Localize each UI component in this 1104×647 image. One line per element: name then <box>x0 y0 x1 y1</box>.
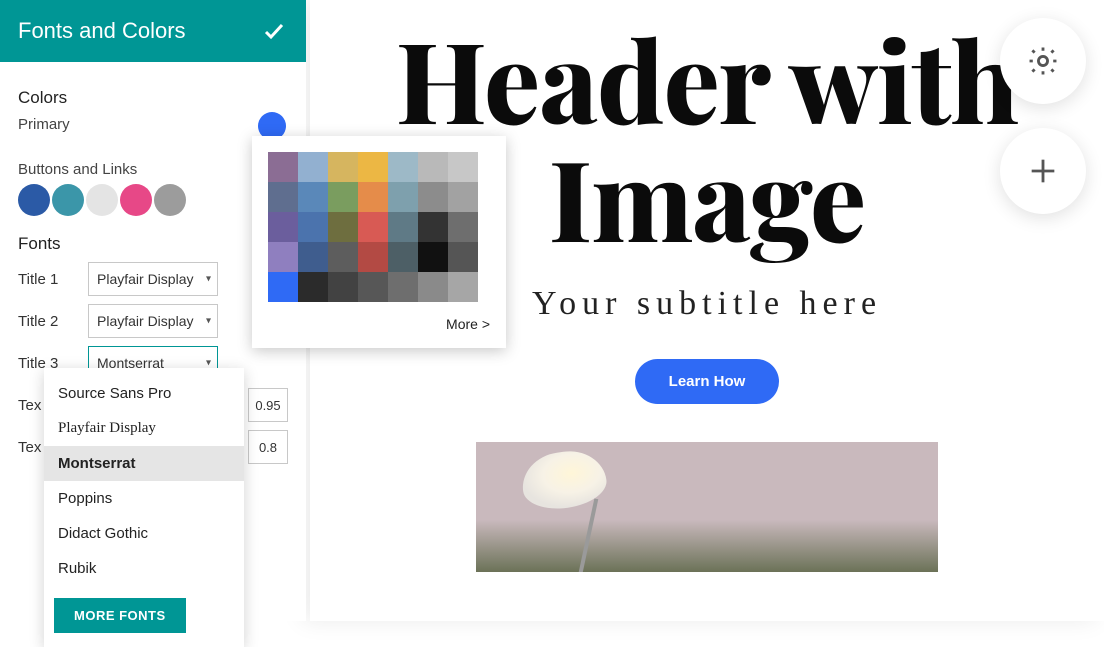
font-row-label: Title 2 <box>18 313 78 330</box>
color-cell[interactable] <box>328 212 358 242</box>
color-cell[interactable] <box>358 182 388 212</box>
chevron-down-icon: ▾ <box>206 274 211 285</box>
color-cell[interactable] <box>388 212 418 242</box>
primary-color-label: Primary <box>18 116 288 133</box>
color-grid <box>268 152 490 302</box>
color-cell[interactable] <box>328 242 358 272</box>
color-cell[interactable] <box>358 152 388 182</box>
color-cell[interactable] <box>448 152 478 182</box>
button-color-swatches <box>18 184 288 216</box>
color-swatch[interactable] <box>18 184 50 216</box>
color-picker-popover: More > <box>252 136 506 348</box>
color-cell[interactable] <box>388 272 418 302</box>
font-select-title2[interactable]: Playfair Display ▾ <box>88 304 218 338</box>
font-row-title1: Title 1 Playfair Display ▾ <box>18 262 288 296</box>
chevron-down-icon: ▾ <box>206 316 211 327</box>
color-cell[interactable] <box>328 152 358 182</box>
color-swatch[interactable] <box>86 184 118 216</box>
color-cell[interactable] <box>268 272 298 302</box>
confirm-button[interactable] <box>260 17 288 45</box>
color-cell[interactable] <box>448 242 478 272</box>
more-colors-link[interactable]: More > <box>268 316 490 332</box>
font-option[interactable]: Poppins <box>44 481 244 516</box>
colors-section-label: Colors <box>18 88 288 108</box>
cta-button[interactable]: Learn How <box>635 359 780 404</box>
color-cell[interactable] <box>448 182 478 212</box>
fonts-section-label: Fonts <box>18 234 288 254</box>
color-cell[interactable] <box>268 242 298 272</box>
color-cell[interactable] <box>418 152 448 182</box>
color-cell[interactable] <box>298 152 328 182</box>
panel-header: Fonts and Colors <box>0 0 306 62</box>
chevron-down-icon: ▾ <box>206 358 211 369</box>
font-option[interactable]: Source Sans Pro <box>44 376 244 411</box>
color-cell[interactable] <box>328 182 358 212</box>
panel-title: Fonts and Colors <box>18 18 186 44</box>
font-option[interactable]: Rubik <box>44 551 244 586</box>
more-fonts-button[interactable]: MORE FONTS <box>54 598 186 633</box>
color-cell[interactable] <box>298 272 328 302</box>
plus-icon <box>1026 154 1060 188</box>
color-cell[interactable] <box>388 152 418 182</box>
gear-icon <box>1026 44 1060 78</box>
buttons-links-label: Buttons and Links <box>18 161 288 178</box>
font-row-title2: Title 2 Playfair Display ▾ <box>18 304 288 338</box>
color-cell[interactable] <box>418 182 448 212</box>
color-cell[interactable] <box>388 242 418 272</box>
color-cell[interactable] <box>388 182 418 212</box>
hero-image[interactable] <box>476 442 938 572</box>
color-cell[interactable] <box>298 212 328 242</box>
font-size-input[interactable]: 0.95 <box>248 388 288 422</box>
color-swatch[interactable] <box>120 184 152 216</box>
font-option[interactable]: Playfair Display <box>44 411 244 446</box>
settings-fab[interactable] <box>1000 18 1086 104</box>
color-cell[interactable] <box>358 272 388 302</box>
color-cell[interactable] <box>358 212 388 242</box>
font-size-input[interactable]: 0.8 <box>248 430 288 464</box>
color-cell[interactable] <box>268 182 298 212</box>
color-cell[interactable] <box>328 272 358 302</box>
font-option[interactable]: Didact Gothic <box>44 516 244 551</box>
color-cell[interactable] <box>298 182 328 212</box>
font-row-label: Title 1 <box>18 271 78 288</box>
color-swatch[interactable] <box>52 184 84 216</box>
color-swatch[interactable] <box>154 184 186 216</box>
color-cell[interactable] <box>448 272 478 302</box>
font-select-title1[interactable]: Playfair Display ▾ <box>88 262 218 296</box>
color-cell[interactable] <box>418 272 448 302</box>
color-cell[interactable] <box>418 212 448 242</box>
font-option[interactable]: Montserrat <box>44 446 244 481</box>
add-fab[interactable] <box>1000 128 1086 214</box>
color-cell[interactable] <box>358 242 388 272</box>
color-cell[interactable] <box>298 242 328 272</box>
color-cell[interactable] <box>418 242 448 272</box>
color-cell[interactable] <box>448 212 478 242</box>
color-cell[interactable] <box>268 212 298 242</box>
font-dropdown: Source Sans ProPlayfair DisplayMontserra… <box>44 368 244 647</box>
color-cell[interactable] <box>268 152 298 182</box>
